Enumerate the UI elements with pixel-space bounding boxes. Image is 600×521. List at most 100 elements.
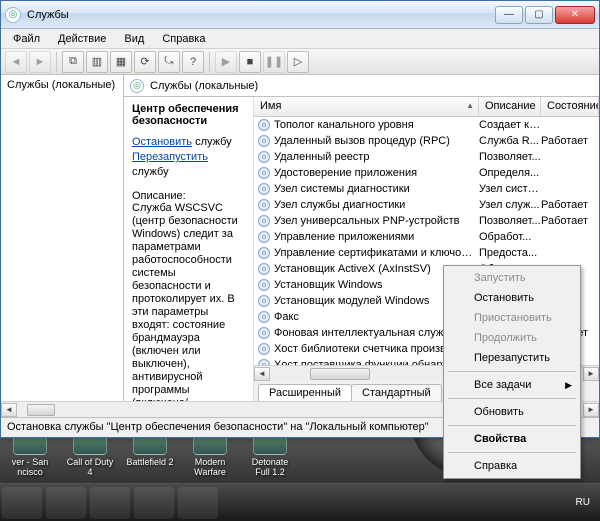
description-heading: Описание: [132, 190, 245, 202]
service-name: Узел универсальных PNP-устройств [274, 215, 479, 227]
col-state[interactable]: Состояние [541, 97, 599, 116]
gear-icon [258, 135, 270, 147]
service-name: Управление сертификатами и ключом работо… [274, 247, 479, 259]
ctx-help[interactable]: Справка [446, 456, 578, 476]
service-row[interactable]: Удостоверение приложенияОпределя... [254, 165, 599, 181]
back-button[interactable]: ◄ [5, 51, 27, 73]
scroll-left-button[interactable]: ◄ [1, 403, 17, 417]
ctx-start[interactable]: Запустить [446, 268, 578, 288]
gear-icon [258, 295, 270, 307]
service-desc: Позволяет... [479, 215, 541, 227]
gear-icon [258, 215, 270, 227]
service-desc: Создает ка... [479, 119, 541, 131]
tab-extended[interactable]: Расширенный [258, 384, 352, 401]
services-window: ◎ Службы — ▢ ✕ Файл Действие Вид Справка… [0, 0, 600, 438]
tree-root[interactable]: Службы (локальные) [7, 79, 117, 91]
ctx-refresh[interactable]: Обновить [446, 402, 578, 422]
gear-icon [258, 247, 270, 259]
restart-service-button[interactable]: ▷ [287, 51, 309, 73]
service-desc: Узел систе... [479, 183, 541, 195]
gear-icon [258, 231, 270, 243]
refresh-icon[interactable]: ◎ [130, 79, 144, 93]
col-desc[interactable]: Описание [479, 97, 541, 116]
taskbar[interactable]: RU [0, 483, 600, 521]
gear-icon [258, 343, 270, 355]
gear-icon [258, 199, 270, 211]
service-row[interactable]: Узел службы диагностикиУзел служ...Работ… [254, 197, 599, 213]
toolbar: ◄ ► ⧉ ▥ ▦ ⟳ ⤿ ? ▶ ■ ❚❚ ▷ [1, 49, 599, 75]
maximize-button[interactable]: ▢ [525, 6, 553, 24]
view-button[interactable]: ▦ [110, 51, 132, 73]
taskbar-button[interactable] [90, 487, 130, 519]
taskbar-button[interactable] [178, 487, 218, 519]
scroll-left-button[interactable]: ◄ [254, 367, 270, 381]
forward-button[interactable]: ► [29, 51, 51, 73]
refresh-button[interactable]: ⟳ [134, 51, 156, 73]
tab-standard[interactable]: Стандартный [351, 384, 442, 401]
col-name[interactable]: Имя [254, 97, 479, 116]
gear-icon [258, 151, 270, 163]
taskbar-button[interactable] [2, 487, 42, 519]
taskbar-button[interactable] [46, 487, 86, 519]
ctx-pause[interactable]: Приостановить [446, 308, 578, 328]
menu-file[interactable]: Файл [5, 31, 48, 47]
service-row[interactable]: Узел системы диагностикиУзел систе... [254, 181, 599, 197]
service-row[interactable]: Удаленный реестрПозволяет... [254, 149, 599, 165]
scroll-right-button[interactable]: ► [583, 367, 599, 381]
title-bar[interactable]: ◎ Службы — ▢ ✕ [1, 1, 599, 29]
system-tray[interactable]: RU [576, 497, 600, 508]
start-service-button[interactable]: ▶ [215, 51, 237, 73]
menu-help[interactable]: Справка [154, 31, 213, 47]
gear-icon [258, 183, 270, 195]
service-row[interactable]: Управление приложениямиОбработ... [254, 229, 599, 245]
minimize-button[interactable]: — [495, 6, 523, 24]
service-row[interactable]: Управление сертификатами и ключом работо… [254, 245, 599, 261]
help-button[interactable]: ? [182, 51, 204, 73]
app-icon: ◎ [5, 7, 21, 23]
tree-pane[interactable]: Службы (локальные) [1, 75, 124, 401]
gear-icon [258, 119, 270, 131]
service-state: Работает [541, 215, 599, 227]
service-name: Узел системы диагностики [274, 183, 479, 195]
ctx-restart[interactable]: Перезапустить [446, 348, 578, 368]
ctx-all-tasks[interactable]: Все задачи▶ [446, 375, 578, 395]
context-menu[interactable]: Запустить Остановить Приостановить Продо… [443, 265, 581, 479]
tray-lang[interactable]: RU [576, 497, 590, 508]
service-name: Удаленный вызов процедур (RPC) [274, 135, 479, 147]
gear-icon [258, 167, 270, 179]
ctx-properties[interactable]: Свойства [446, 429, 578, 449]
close-button[interactable]: ✕ [555, 6, 595, 24]
service-name: Узел службы диагностики [274, 199, 479, 211]
export-button[interactable]: ⤿ [158, 51, 180, 73]
gear-icon [258, 311, 270, 323]
selected-service-name: Центр обеспечения безопасности [132, 103, 245, 127]
menu-bar[interactable]: Файл Действие Вид Справка [1, 29, 599, 49]
ctx-resume[interactable]: Продолжить [446, 328, 578, 348]
scroll-thumb[interactable] [310, 368, 370, 380]
stop-service-button[interactable]: ■ [239, 51, 261, 73]
service-desc: Определя... [479, 167, 541, 179]
view-button[interactable]: ▥ [86, 51, 108, 73]
service-row[interactable]: Узел универсальных PNP-устройствПозволяе… [254, 213, 599, 229]
service-state: Работает [541, 135, 599, 147]
stop-link[interactable]: Остановить [132, 136, 192, 148]
gear-icon [258, 327, 270, 339]
service-row[interactable]: Тополог канального уровняСоздает ка... [254, 117, 599, 133]
window-title: Службы [27, 9, 495, 21]
taskbar-button[interactable] [134, 487, 174, 519]
column-headers[interactable]: Имя Описание Состояние [254, 97, 599, 117]
gear-icon [258, 279, 270, 291]
pause-service-button[interactable]: ❚❚ [263, 51, 285, 73]
service-state: Работает [541, 199, 599, 211]
gear-icon [258, 359, 270, 365]
show-hide-button[interactable]: ⧉ [62, 51, 84, 73]
menu-view[interactable]: Вид [116, 31, 152, 47]
description-text: Служба WSCSVC (центр безопасности Window… [132, 202, 245, 401]
service-name: Тополог канального уровня [274, 119, 479, 131]
ctx-stop[interactable]: Остановить [446, 288, 578, 308]
menu-action[interactable]: Действие [50, 31, 114, 47]
service-row[interactable]: Удаленный вызов процедур (RPC)Служба R..… [254, 133, 599, 149]
restart-link[interactable]: Перезапустить [132, 151, 208, 163]
scroll-thumb[interactable] [27, 404, 55, 416]
scroll-right-button[interactable]: ► [583, 403, 599, 417]
